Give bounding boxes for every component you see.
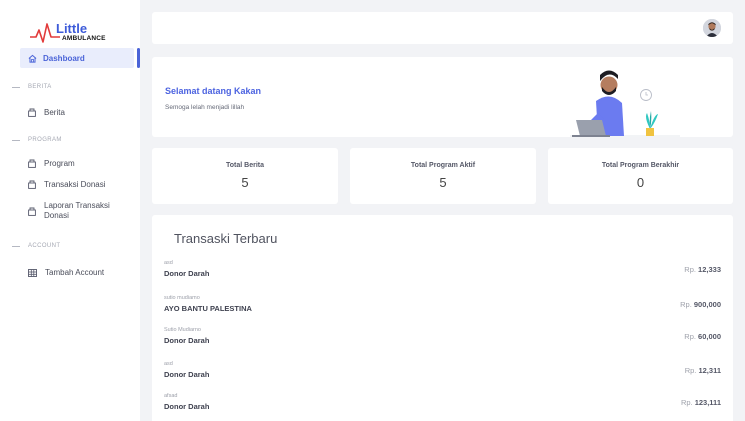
- sidebar-item-laporan-transaksi[interactable]: Laporan Transaksi Donasi: [28, 201, 114, 221]
- avatar[interactable]: [703, 19, 721, 37]
- donor-name: sutio mudiamo: [164, 295, 200, 301]
- section-account: ACCOUNT: [12, 243, 60, 249]
- active-indicator: [137, 48, 140, 68]
- sidebar-item-label: Laporan Transaksi Donasi: [44, 201, 110, 220]
- table-row[interactable]: Sutio Mudiarno Donor Darah Rp. 60,000: [152, 327, 733, 357]
- logo-sub: AMBULANCE: [62, 35, 106, 42]
- amount: Rp. 12,333: [684, 265, 721, 274]
- sidebar-item-label: Transaksi Donasi: [44, 180, 106, 189]
- stat-label: Total Program Berakhir: [601, 162, 680, 169]
- section-berita: BERITA: [12, 84, 52, 90]
- clipboard-icon: [28, 159, 36, 168]
- donor-name: Sutio Mudiarno: [164, 327, 201, 333]
- person-laptop-illustration: [570, 70, 680, 137]
- clipboard-icon: [28, 180, 36, 189]
- sidebar-item-label: Tambah Account: [45, 268, 105, 277]
- sidebar-item-berita[interactable]: Berita: [28, 108, 65, 117]
- home-icon: [28, 54, 37, 63]
- sidebar-item-dashboard[interactable]: Dashboard: [20, 48, 134, 68]
- sidebar-item-transaksi-donasi[interactable]: Transaksi Donasi: [28, 180, 106, 189]
- stat-label: Total Berita: [226, 162, 264, 169]
- program-name: Donor Darah: [164, 370, 210, 379]
- table-row[interactable]: sutio mudiamo AYO BANTU PALESTINA Rp. 90…: [152, 295, 733, 325]
- clipboard-icon: [28, 207, 36, 216]
- amount: Rp. 900,000: [680, 300, 721, 309]
- stat-value: 0: [636, 175, 645, 190]
- section-program: PROGRAM: [12, 137, 62, 143]
- welcome-subtitle: Semoga lelah menjadi lillah: [165, 104, 245, 111]
- sidebar-item-program[interactable]: Program: [28, 159, 75, 168]
- user-avatar-icon: [703, 19, 721, 37]
- sidebar-item-label: Dashboard: [43, 53, 85, 63]
- sidebar-item-tambah-account[interactable]: Tambah Account: [28, 268, 104, 277]
- table-row[interactable]: asd Donor Darah Rp. 12,333: [152, 260, 733, 290]
- table-row[interactable]: asd Donor Darah Rp. 12,311: [152, 361, 733, 391]
- table-row[interactable]: afsad Donor Darah Rp. 123,111: [152, 393, 733, 421]
- table-icon: [28, 268, 37, 277]
- stat-value: 5: [241, 175, 249, 190]
- program-name: Donor Darah: [164, 336, 210, 345]
- clipboard-icon: [28, 108, 36, 117]
- donor-name: asd: [164, 361, 173, 367]
- stat-value: 5: [439, 175, 447, 190]
- program-name: Donor Darah: [164, 402, 210, 411]
- stat-total-program-berakhir[interactable]: Total Program Berakhir 0: [548, 148, 733, 204]
- amount: Rp. 12,311: [684, 366, 721, 375]
- donor-name: afsad: [164, 393, 178, 399]
- logo-brand: Little: [56, 21, 88, 36]
- welcome-card: Selamat datang Kakan Semoga lelah menjad…: [152, 57, 733, 137]
- recent-transactions-card: Transaski Terbaru asd Donor Darah Rp. 12…: [152, 215, 733, 421]
- stat-total-berita[interactable]: Total Berita 5: [152, 148, 338, 204]
- stat-total-program-aktif[interactable]: Total Program Aktif 5: [350, 148, 536, 204]
- sidebar: Little AMBULANCE Dashboard BERITA Berita…: [0, 0, 140, 421]
- stat-label: Total Program Aktif: [410, 162, 476, 169]
- welcome-title: Selamat datang Kakan: [165, 86, 262, 96]
- program-name: Donor Darah: [164, 269, 210, 278]
- sidebar-item-label: Berita: [44, 108, 65, 117]
- topbar: [152, 12, 733, 44]
- sidebar-item-label: Program: [44, 159, 75, 168]
- section-title: Transaski Terbaru: [174, 231, 278, 246]
- amount: Rp. 123,111: [680, 398, 721, 407]
- program-name: AYO BANTU PALESTINA: [164, 304, 252, 313]
- donor-name: asd: [164, 260, 173, 266]
- amount: Rp. 60,000: [684, 332, 721, 341]
- logo[interactable]: Little AMBULANCE: [30, 21, 110, 44]
